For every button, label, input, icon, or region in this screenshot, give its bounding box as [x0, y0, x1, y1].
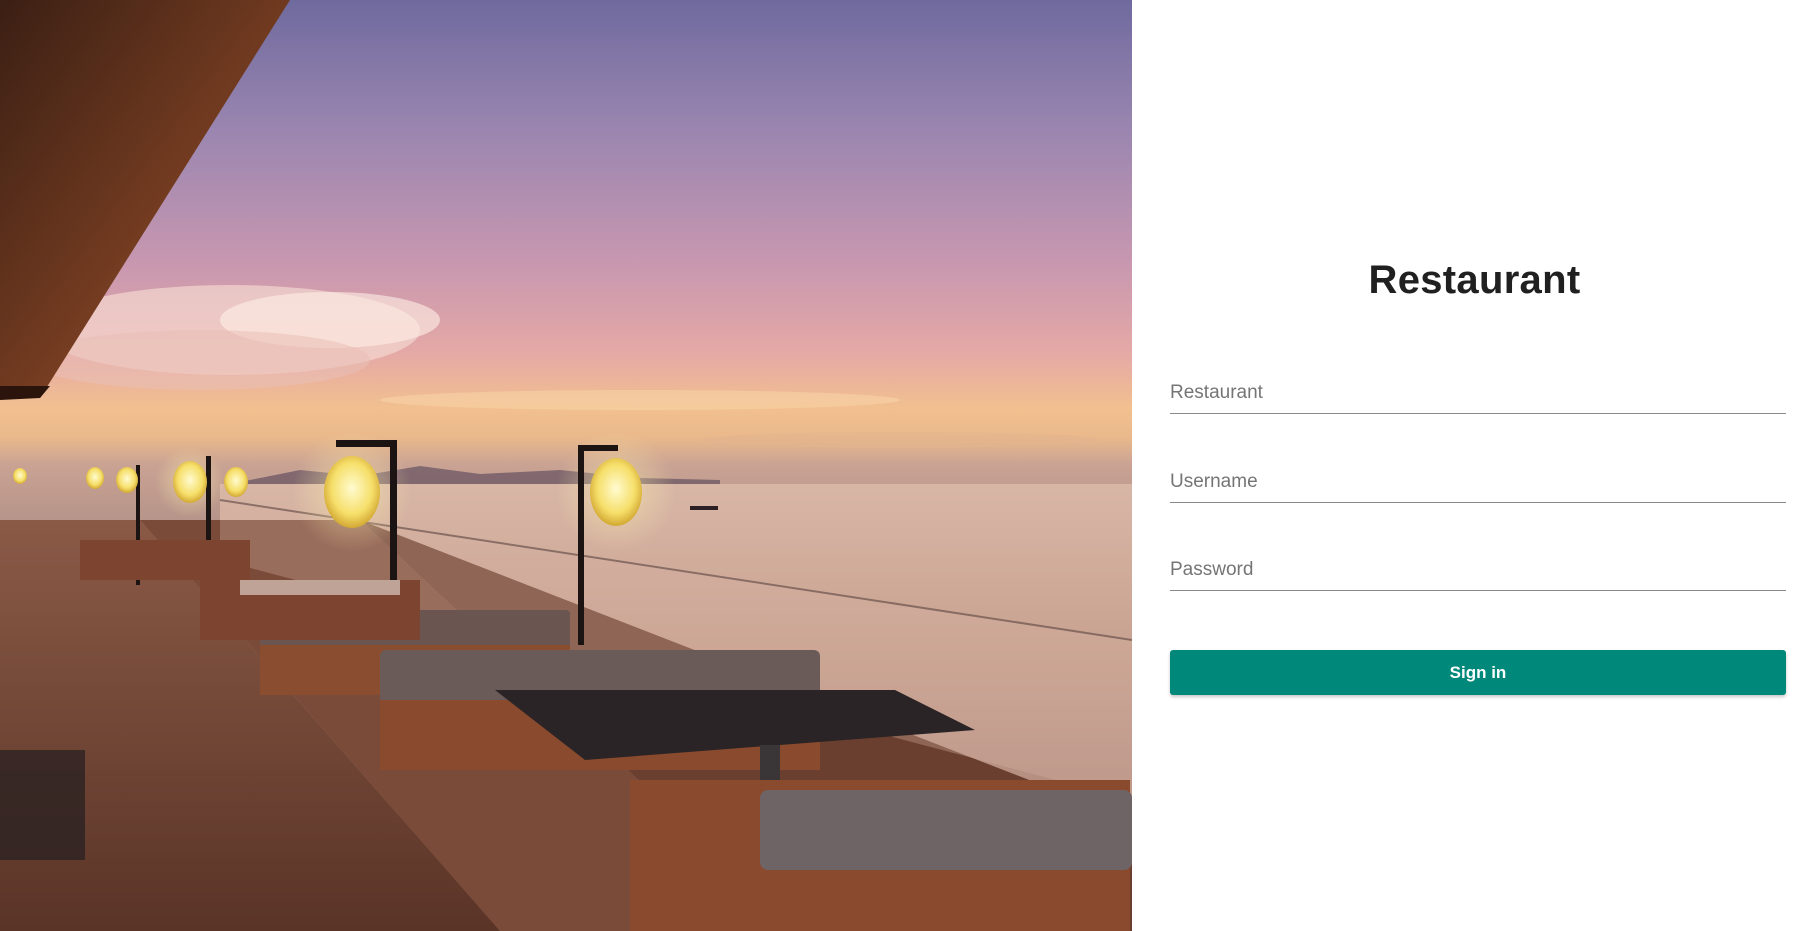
restaurant-field[interactable]	[1170, 378, 1786, 414]
hero-image	[0, 0, 1132, 931]
username-input[interactable]	[1170, 467, 1786, 502]
login-page: Restaurant Sign in	[0, 0, 1817, 931]
sign-in-button[interactable]: Sign in	[1170, 650, 1786, 695]
password-input[interactable]	[1170, 555, 1786, 590]
login-panel: Restaurant Sign in	[1132, 0, 1817, 931]
restaurant-terrace-illustration	[0, 0, 1132, 931]
page-title: Restaurant	[1368, 258, 1581, 302]
username-field[interactable]	[1170, 467, 1786, 503]
password-field[interactable]	[1170, 555, 1786, 591]
restaurant-input[interactable]	[1170, 378, 1786, 413]
